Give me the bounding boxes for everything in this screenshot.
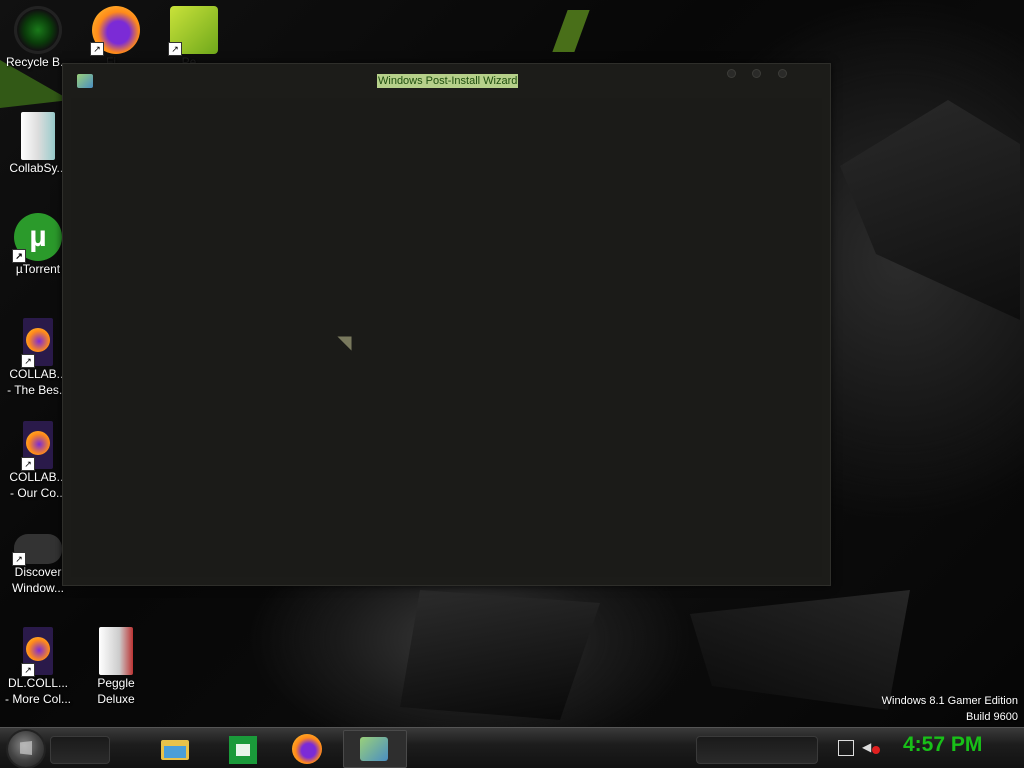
post-install-wizard-window[interactable]: Windows Post-Install Wizard <box>62 63 831 586</box>
taskbar-store[interactable] <box>226 732 260 766</box>
desktop-icon-peazip[interactable]: ↗ Pe... <box>156 6 232 70</box>
taskbar: ◀ 4:57 PM <box>0 727 1024 768</box>
window-title: Windows Post-Install Wizard <box>377 74 519 88</box>
desktop-icon-recycle-bin[interactable]: Recycle B... <box>0 6 76 70</box>
desktop-icon-label: Peggle Deluxe <box>97 676 135 706</box>
firefox-document-icon: ↗ <box>21 627 53 677</box>
firefox-document-icon: ↗ <box>21 318 53 368</box>
wallpaper-shard <box>690 590 910 710</box>
taskbar-decoration <box>50 736 110 764</box>
desktop-icon-peggle-deluxe[interactable]: Peggle Deluxe <box>78 627 154 707</box>
windows-logo-icon <box>20 741 32 755</box>
sound-muted-icon[interactable]: ◀ <box>862 740 880 754</box>
shortcut-arrow-icon: ↗ <box>21 354 35 368</box>
shortcut-arrow-icon: ↗ <box>168 42 182 56</box>
close-button[interactable] <box>778 69 787 78</box>
maximize-button[interactable] <box>752 69 761 78</box>
watermark-edition: Windows 8.1 Gamer Edition <box>881 695 1018 707</box>
wizard-icon <box>360 737 388 761</box>
taskbar-wizard-active[interactable] <box>343 730 407 768</box>
shortcut-arrow-icon: ↗ <box>12 552 26 566</box>
peazip-icon: ↗ <box>168 6 218 56</box>
desktop-icon-dl-collab[interactable]: ↗ DL.COLL... - More Col... <box>0 627 76 707</box>
shortcut-arrow-icon: ↗ <box>90 42 104 56</box>
start-button[interactable] <box>8 731 44 767</box>
shortcut-arrow-icon: ↗ <box>21 457 35 471</box>
watermark-build: Build 9600 <box>966 711 1018 723</box>
gamepad-icon: ↗ <box>12 534 62 566</box>
taskbar-firefox[interactable] <box>290 732 324 766</box>
system-tray: ◀ <box>834 738 894 760</box>
window-titlebar[interactable]: Windows Post-Install Wizard <box>63 64 830 98</box>
taskbar-file-explorer[interactable] <box>158 732 192 766</box>
wallpaper-shard <box>400 590 600 720</box>
window-content <box>71 98 822 577</box>
desktop-icon-label: DL.COLL... - More Col... <box>4 676 71 706</box>
firefox-document-icon: ↗ <box>21 421 53 471</box>
minimize-button[interactable] <box>727 69 736 78</box>
shortcut-arrow-icon: ↗ <box>21 663 35 677</box>
utorrent-icon: µ ↗ <box>12 213 62 263</box>
wallpaper-shard <box>552 10 590 52</box>
shortcut-arrow-icon: ↗ <box>12 249 26 263</box>
peggle-icon <box>99 627 133 675</box>
taskbar-clock[interactable]: 4:57 PM <box>903 733 982 757</box>
firefox-icon: ↗ <box>90 6 140 56</box>
os-watermark: Windows 8.1 Gamer Edition Build 9600 <box>882 693 1018 725</box>
document-icon <box>21 112 55 160</box>
wallpaper-shard <box>840 100 1020 320</box>
wizard-app-icon[interactable] <box>77 74 93 88</box>
taskbar-decoration <box>696 736 818 764</box>
desktop-icon-firefox[interactable]: ↗ Fi... <box>78 6 154 70</box>
firefox-icon <box>292 734 322 764</box>
network-icon[interactable] <box>838 740 854 756</box>
recycle-bin-icon <box>14 6 62 54</box>
